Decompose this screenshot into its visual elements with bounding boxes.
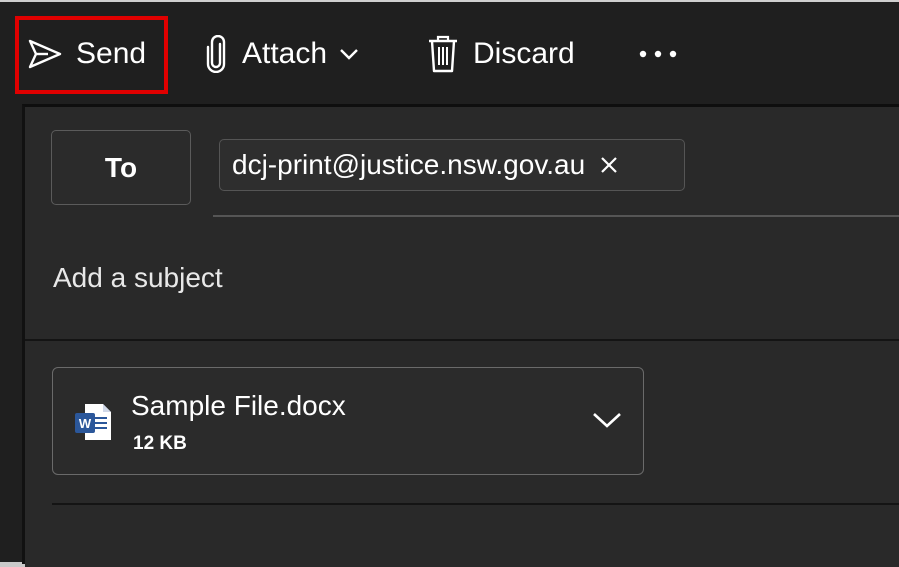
chevron-down-icon[interactable]: [591, 410, 623, 435]
paperclip-icon: [204, 35, 228, 73]
attachment-file-name: Sample File.docx: [131, 390, 346, 421]
svg-text:W: W: [79, 416, 92, 431]
body-divider: [52, 503, 899, 505]
to-button[interactable]: To: [51, 130, 191, 205]
subject-field[interactable]: Add a subject: [25, 232, 899, 340]
discard-button[interactable]: Discard: [427, 4, 575, 104]
recipient-chip[interactable]: dcj-print@justice.nsw.gov.au: [219, 139, 685, 191]
subject-placeholder: Add a subject: [53, 262, 223, 293]
compose-toolbar: Send Attach Discard: [4, 4, 899, 104]
send-button[interactable]: Send: [28, 4, 146, 104]
attachment-file-size: 12 KB: [133, 433, 187, 454]
trash-icon: [427, 35, 459, 73]
attachment-card[interactable]: W Sample File.docx 12 KB: [52, 367, 644, 475]
to-field-underline: [213, 215, 899, 217]
more-dots-icon: [638, 49, 678, 59]
word-document-icon: W: [73, 402, 113, 447]
chevron-down-icon[interactable]: [339, 47, 359, 61]
attach-button-label: Attach: [242, 37, 328, 70]
attachments-area: W Sample File.docx 12 KB: [25, 341, 899, 567]
attach-button[interactable]: Attach: [204, 4, 359, 104]
discard-button-label: Discard: [473, 37, 575, 70]
compose-window: Send Attach Discard To dcj-print@justice…: [0, 0, 899, 567]
more-options-button[interactable]: [638, 4, 678, 104]
close-icon[interactable]: [599, 155, 619, 175]
recipient-email: dcj-print@justice.nsw.gov.au: [232, 149, 586, 180]
send-button-label: Send: [76, 37, 147, 70]
compose-pane: To dcj-print@justice.nsw.gov.au Add a su…: [22, 104, 899, 567]
paper-plane-icon: [28, 38, 62, 70]
